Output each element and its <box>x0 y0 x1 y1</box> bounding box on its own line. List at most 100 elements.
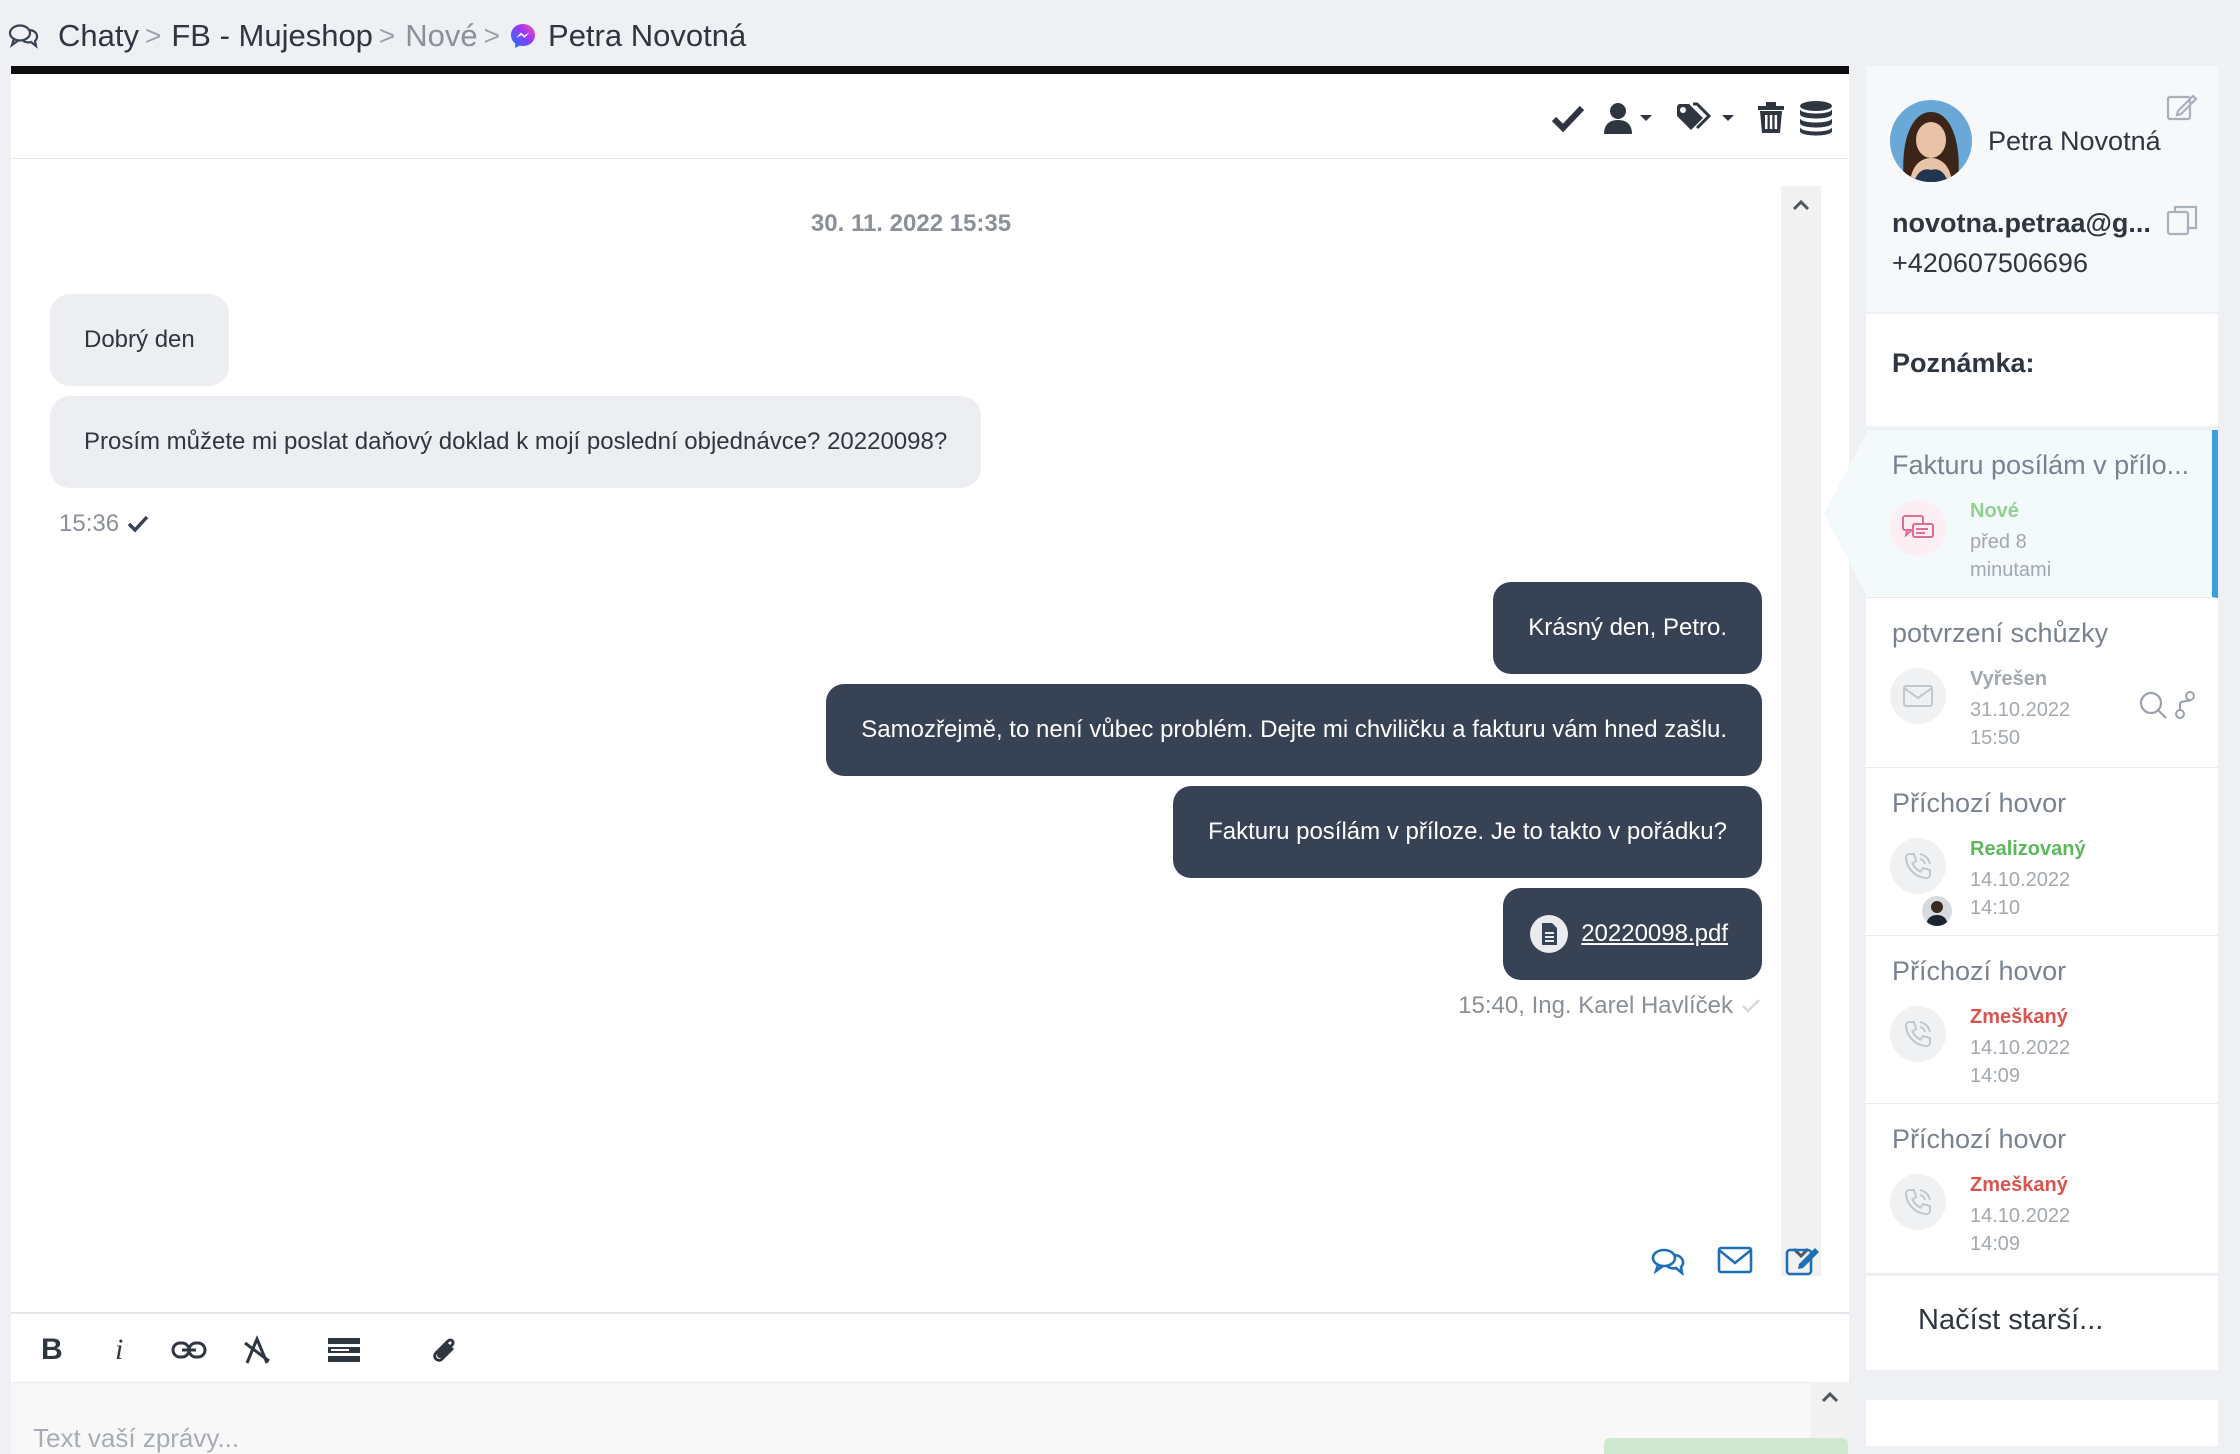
history-phone-icon <box>1890 838 1946 894</box>
attachment-bubble: 20220098.pdf <box>1503 888 1762 980</box>
attachment-link[interactable]: 20220098.pdf <box>1581 920 1728 948</box>
chats-icon <box>8 22 40 50</box>
link-button[interactable] <box>171 1332 207 1368</box>
breadcrumb-fb-mujeshop[interactable]: FB - Mujeshop <box>171 18 373 54</box>
history-item[interactable]: Příchozí hovor Zmeškaný 14.10.2022 14:09 <box>1866 1104 2218 1274</box>
copy-icon[interactable] <box>2166 204 2198 236</box>
bold-button[interactable]: B <box>41 1332 63 1368</box>
history-item[interactable]: Příchozí hovor Realizovaný 14.10.2022 14… <box>1866 768 2218 936</box>
history-item[interactable]: potvrzení schůzky Vyřešen 31.10.2022 15:… <box>1866 598 2218 768</box>
messenger-icon <box>510 23 536 49</box>
note-label: Poznámka: <box>1892 348 2035 378</box>
history-item[interactable]: Fakturu posílám v přílo... Nové před 8 m… <box>1866 430 2218 598</box>
sidebar-bottom-card <box>1866 1400 2218 1446</box>
outgoing-meta-text: 15:40, Ing. Karel Havlíček <box>1458 992 1733 1019</box>
note-section[interactable]: Poznámka: <box>1866 314 2218 426</box>
read-check-icon <box>127 515 149 533</box>
clear-format-button[interactable] <box>243 1332 271 1368</box>
history-time: 31.10.2022 15:50 <box>1970 699 2071 749</box>
user-icon <box>1603 102 1633 134</box>
tags-icon <box>1675 102 1715 134</box>
contact-email: novotna.petraa@g... <box>1892 208 2151 238</box>
active-pointer <box>1824 430 1868 598</box>
history-status: Nové <box>1970 500 2019 522</box>
breadcrumb-separator: > <box>144 20 162 51</box>
history-email-icon <box>1890 668 1946 724</box>
link-icon <box>171 1340 207 1360</box>
delete-button[interactable] <box>1757 100 1785 136</box>
assign-user-button[interactable] <box>1603 100 1653 136</box>
history-phone-icon <box>1890 1174 1946 1230</box>
breadcrumb-separator: > <box>378 20 396 51</box>
agent-avatar <box>1922 896 1952 926</box>
messages-scrollbar[interactable] <box>1781 186 1821 1276</box>
scroll-up-icon[interactable] <box>1820 1390 1840 1404</box>
send-button[interactable] <box>1604 1438 1848 1454</box>
channel-chat-button[interactable] <box>1651 1246 1687 1290</box>
history-title: Příchozí hovor <box>1892 788 2067 818</box>
attach-icon <box>429 1334 459 1366</box>
contact-card: Petra Novotná novotna.petraa@g... +42060… <box>1866 66 2218 312</box>
history-time: 14.10.2022 14:09 <box>1970 1205 2071 1255</box>
message-input[interactable] <box>11 1382 1811 1454</box>
check-icon <box>1551 104 1585 132</box>
note-icon <box>1785 1246 1821 1276</box>
resolve-button[interactable] <box>1551 100 1585 136</box>
caret-down-icon <box>1721 113 1735 123</box>
clear-format-icon <box>243 1335 271 1365</box>
history-status: Realizovaný <box>1970 838 2086 860</box>
trash-icon <box>1757 102 1785 134</box>
history-time: 14.10.2022 14:09 <box>1970 1037 2071 1087</box>
chat-icon <box>1651 1246 1687 1276</box>
load-older-button[interactable]: Načíst starší... <box>1918 1304 2103 1337</box>
history-title: Příchozí hovor <box>1892 1124 2067 1154</box>
search-icon[interactable] <box>2138 690 2168 720</box>
date-separator: 30. 11. 2022 15:35 <box>810 210 1012 237</box>
history-status: Zmeškaný <box>1970 1174 2068 1196</box>
history-time: před 8 minutami <box>1970 531 2052 581</box>
scroll-up-icon[interactable] <box>1791 198 1811 212</box>
contact-name: Petra Novotná <box>1988 126 2161 156</box>
history-time: 14.10.2022 14:10 <box>1970 869 2071 919</box>
outgoing-message: Krásný den, Petro. <box>1493 582 1762 674</box>
history-status: Zmeškaný <box>1970 1006 2068 1028</box>
attach-button[interactable] <box>429 1332 459 1368</box>
breadcrumb-chaty[interactable]: Chaty <box>58 18 139 54</box>
caret-down-icon <box>1639 113 1653 123</box>
incoming-message: Prosím můžete mi poslat daňový doklad k … <box>50 396 982 488</box>
merge-icon[interactable] <box>2174 690 2196 720</box>
incoming-message: Dobrý den <box>50 294 229 386</box>
history-title: Fakturu posílám v přílo... <box>1892 450 2190 480</box>
contact-avatar <box>1890 100 1972 182</box>
breadcrumb-contact: Petra Novotná <box>548 18 747 53</box>
history-chat-icon <box>1890 500 1946 556</box>
breadcrumb-nove[interactable]: Nové <box>405 18 477 54</box>
contact-phone: +420607506696 <box>1892 248 2088 278</box>
edit-contact-icon[interactable] <box>2166 92 2198 122</box>
load-older-section: Načíst starší... <box>1866 1276 2218 1370</box>
history-status: Vyřešen <box>1970 668 2048 690</box>
channel-note-button[interactable] <box>1785 1246 1821 1290</box>
chat-toolbar <box>11 74 1849 159</box>
template-button[interactable] <box>327 1332 361 1368</box>
breadcrumb-separator: > <box>483 20 501 51</box>
tags-button[interactable] <box>1675 100 1735 136</box>
outgoing-message: Samozřejmě, to není vůbec problém. Dejte… <box>826 684 1762 776</box>
breadcrumb: Chaty > FB - Mujeshop > Nové > Petra Nov… <box>8 14 746 58</box>
database-icon <box>1798 100 1834 136</box>
template-icon <box>327 1337 361 1363</box>
history-phone-icon <box>1890 1006 1946 1062</box>
archive-button[interactable] <box>1798 100 1834 136</box>
editor-toolbar: B i <box>11 1312 1849 1382</box>
incoming-meta: 15:36 <box>59 510 149 538</box>
history-title: Příchozí hovor <box>1892 956 2067 986</box>
history-title: potvrzení schůzky <box>1892 618 2109 648</box>
sent-check-icon <box>1741 998 1761 1014</box>
channel-email-button[interactable] <box>1717 1246 1753 1290</box>
outgoing-meta: 15:40, Ing. Karel Havlíček <box>1458 992 1761 1020</box>
file-icon <box>1529 914 1569 954</box>
email-icon <box>1717 1246 1753 1274</box>
italic-button[interactable]: i <box>115 1332 123 1368</box>
incoming-time: 15:36 <box>59 510 120 537</box>
history-item[interactable]: Příchozí hovor Zmeškaný 14.10.2022 14:09 <box>1866 936 2218 1104</box>
